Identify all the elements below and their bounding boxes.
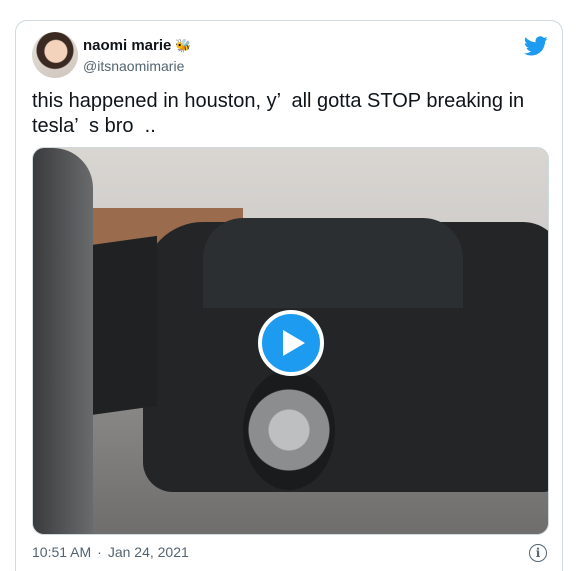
- author-handle[interactable]: @itsnaomimarie: [83, 58, 184, 74]
- play-button[interactable]: [258, 310, 324, 376]
- meta-separator: ·: [97, 544, 102, 560]
- video-player[interactable]: [32, 147, 549, 535]
- author-row: naomi marie 🐝: [83, 37, 192, 55]
- author-name[interactable]: naomi marie: [83, 37, 171, 55]
- tweet-card[interactable]: naomi marie 🐝 @itsnaomimarie this happen…: [15, 20, 563, 571]
- tweet-time[interactable]: 10:51 AM: [32, 544, 91, 560]
- tweet-timestamp[interactable]: 10:51 AM · Jan 24, 2021: [32, 544, 189, 560]
- avatar[interactable]: [32, 32, 78, 78]
- car-roof: [203, 218, 463, 308]
- tweet-text: this happened in houston, y’ all gotta S…: [32, 90, 525, 137]
- play-icon: [283, 330, 305, 356]
- foreground-car-edge: [33, 148, 93, 534]
- info-icon[interactable]: i: [529, 544, 547, 562]
- car-wheel: [243, 370, 335, 490]
- tweet-date[interactable]: Jan 24, 2021: [108, 544, 189, 560]
- bee-emoji: 🐝: [175, 38, 192, 53]
- twitter-bird-icon[interactable]: [524, 34, 548, 58]
